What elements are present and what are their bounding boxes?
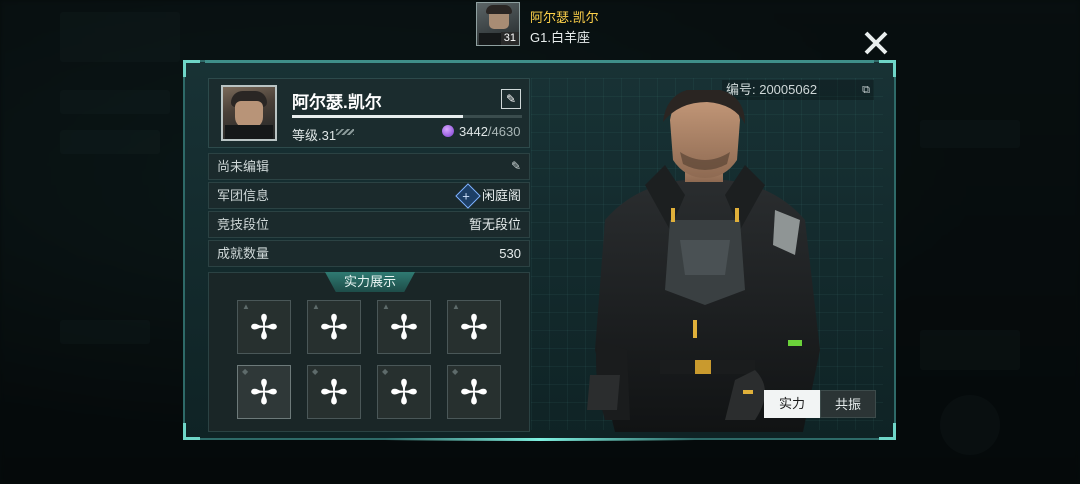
- add-icon: ✢: [319, 309, 349, 347]
- add-icon: ✢: [459, 309, 489, 347]
- exp-gem-icon: [442, 125, 454, 137]
- profile-card: 阿尔瑟.凯尔 ✎ 等级.31 3442/4630: [208, 78, 530, 148]
- pencil-icon: ✎: [505, 92, 517, 106]
- arena-rank-row: 竞技段位 暂无段位: [208, 211, 530, 238]
- showcase-slot[interactable]: ▲ ✢: [237, 300, 291, 354]
- header-player-name: 阿尔瑟.凯尔: [530, 10, 599, 25]
- guild-emblem-icon: [455, 183, 481, 209]
- showcase-slot[interactable]: ◆ ✢: [377, 365, 431, 419]
- slot-tier-icon: ▲: [452, 302, 460, 311]
- power-showcase: 实力展示 ▲ ✢ ▲ ✢ ▲ ✢ ▲ ✢ ◆ ✢ ◆ ✢ ◆ ✢ ◆ ✢: [208, 272, 530, 432]
- exp-text: 3442/4630: [459, 124, 520, 139]
- view-toggle: 实力 共振: [764, 390, 876, 418]
- close-icon-svg: [864, 31, 888, 55]
- edit-name-button[interactable]: ✎: [501, 89, 521, 109]
- exp-current: 3442: [459, 124, 488, 139]
- showcase-slot[interactable]: ▲ ✢: [447, 300, 501, 354]
- slot-tier-icon: ◆: [242, 367, 249, 376]
- pencil-icon[interactable]: ✎: [511, 154, 521, 179]
- slot-tier-icon: ▲: [382, 302, 390, 311]
- add-icon: ✢: [249, 309, 279, 347]
- showcase-slot[interactable]: ▲ ✢: [307, 300, 361, 354]
- showcase-slot[interactable]: ◆ ✢: [237, 365, 291, 419]
- add-icon: ✢: [319, 374, 349, 412]
- header-avatar[interactable]: 31: [476, 2, 520, 46]
- guild-name: 闲庭阁: [481, 188, 521, 203]
- slot-tier-icon: ◆: [452, 367, 459, 376]
- achievement-count: 530: [499, 246, 521, 261]
- copy-icon[interactable]: ⧉: [862, 80, 870, 100]
- panel-corner: [183, 60, 200, 77]
- add-icon: ✢: [249, 374, 279, 412]
- showcase-slot[interactable]: ◆ ✢: [307, 365, 361, 419]
- guild-label: 军团信息: [217, 188, 270, 203]
- level-hatch-decoration: [336, 129, 354, 135]
- achievement-row: 成就数量 530: [208, 240, 530, 267]
- level-text: 等级.31: [292, 128, 337, 143]
- exp-max: /4630: [487, 124, 521, 139]
- avatar-coat: [225, 125, 273, 139]
- signature-label: 尚未编辑: [217, 159, 270, 174]
- showcase-slot[interactable]: ◆ ✢: [447, 365, 501, 419]
- player-name: 阿尔瑟.凯尔: [292, 93, 382, 112]
- signature-row[interactable]: 尚未编辑 ✎: [208, 153, 530, 180]
- showcase-slot[interactable]: ▲ ✢: [377, 300, 431, 354]
- panel-bottom-glow: [385, 438, 695, 441]
- header-rank: G1.白羊座: [530, 30, 590, 45]
- tab-resonance[interactable]: 共振: [820, 390, 876, 418]
- add-icon: ✢: [459, 374, 489, 412]
- slot-tier-icon: ▲: [312, 302, 320, 311]
- guild-row[interactable]: 军团信息 闲庭阁: [208, 182, 530, 209]
- header-level-badge: 31: [500, 32, 519, 45]
- avatar[interactable]: [221, 85, 277, 141]
- arena-rank-value: 暂无段位: [468, 217, 521, 232]
- close-icon[interactable]: [862, 30, 890, 58]
- achievement-label: 成就数量: [217, 246, 270, 261]
- slot-tier-icon: ◆: [382, 367, 389, 376]
- panel-corner: [183, 423, 200, 440]
- exp-bar-fill: [292, 115, 463, 118]
- slot-tier-icon: ▲: [242, 302, 250, 311]
- showcase-title: 实力展示: [325, 272, 415, 292]
- add-icon: ✢: [389, 309, 419, 347]
- panel-corner: [879, 60, 896, 77]
- tab-strength[interactable]: 实力: [764, 390, 820, 418]
- exp-bar: [292, 115, 522, 118]
- arena-rank-label: 竞技段位: [217, 217, 270, 232]
- character-portrait: [587, 90, 820, 432]
- slot-tier-icon: ◆: [312, 367, 319, 376]
- add-icon: ✢: [389, 374, 419, 412]
